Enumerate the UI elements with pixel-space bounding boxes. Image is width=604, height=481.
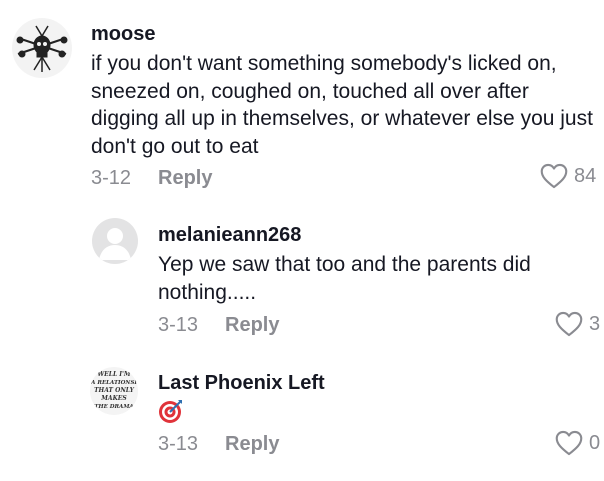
reply-date: 3-13	[158, 314, 199, 336]
reply-text: Yep we saw that too and the parents did …	[158, 253, 531, 304]
comment-date: 3-12	[91, 167, 132, 189]
heart-outline-icon	[555, 311, 583, 337]
comment-text: if you don't want something somebody's l…	[91, 52, 593, 158]
avatar[interactable]: WELL I'M IN A RELATIONSHIP THAT ONLY MAK…	[90, 367, 138, 415]
like-button[interactable]: 0	[555, 430, 600, 456]
svg-text:THAT ONLY: THAT ONLY	[94, 387, 135, 394]
svg-text:MAKES: MAKES	[100, 395, 127, 402]
default-user-icon	[99, 228, 131, 260]
reply-button[interactable]: Reply	[225, 314, 279, 337]
avatar[interactable]	[92, 218, 138, 264]
like-count: 0	[589, 431, 601, 454]
text-art-avatar-icon: WELL I'M IN A RELATIONSHIP THAT ONLY MAK…	[90, 371, 138, 410]
direct-hit-emoji-icon	[158, 398, 184, 424]
like-count: 84	[574, 164, 597, 187]
like-button[interactable]: 84	[540, 163, 596, 189]
reply-button[interactable]: Reply	[225, 433, 279, 456]
reply-username[interactable]: melanieann268	[158, 224, 301, 247]
svg-text:WELL I'M: WELL I'M	[97, 371, 130, 378]
reply-button[interactable]: Reply	[158, 167, 212, 190]
like-button[interactable]: 3	[555, 311, 600, 337]
heart-outline-icon	[555, 430, 583, 456]
comment-username[interactable]: moose	[91, 23, 155, 46]
reply-date: 3-13	[158, 433, 199, 455]
avatar[interactable]	[12, 18, 72, 78]
reply-username[interactable]: Last Phoenix Left	[158, 372, 325, 395]
svg-text:THE DRAMA: THE DRAMA	[94, 404, 133, 410]
heart-outline-icon	[540, 163, 568, 189]
svg-text:IN A RELATIONSHIP: IN A RELATIONSHIP	[90, 380, 138, 386]
like-count: 3	[589, 312, 601, 335]
skull-art-icon	[16, 25, 68, 72]
